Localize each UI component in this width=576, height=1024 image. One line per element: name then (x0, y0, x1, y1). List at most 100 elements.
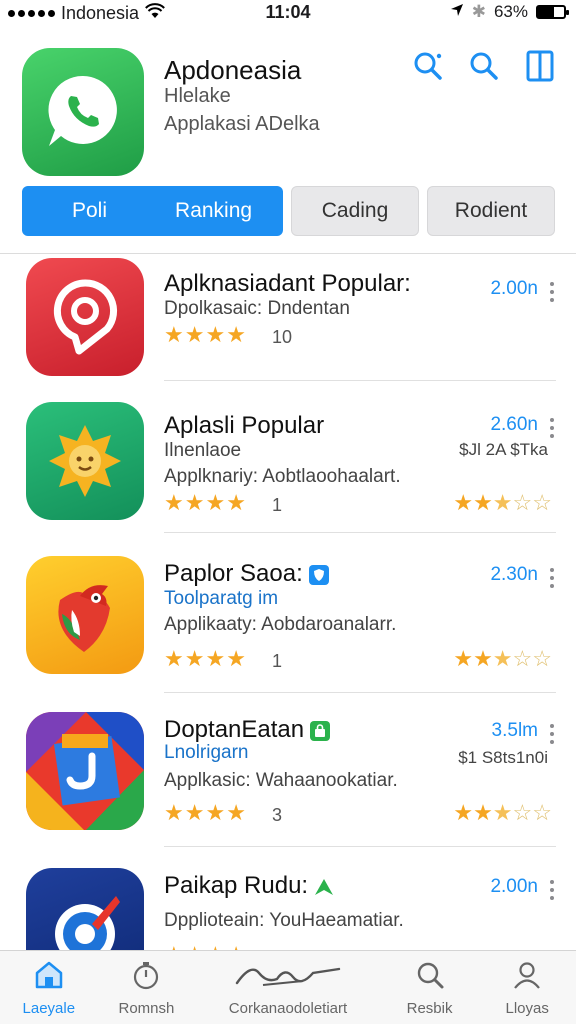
star-icon: ★ (453, 800, 474, 825)
star-icon: ★ (184, 490, 205, 515)
green-bag-icon (310, 720, 331, 741)
rating-stars: ★★★★ (164, 324, 246, 346)
more-options-icon[interactable] (550, 568, 556, 588)
parrot-icon (26, 556, 144, 674)
app-subtitle: Dpplioteain: YouHaeamatiar. (164, 910, 404, 931)
app-description: Applikaaty: Aobdaroanalarr. (164, 614, 397, 635)
tab-poli-ranking[interactable]: Poli Ranking (22, 186, 283, 236)
star-icon: ★ (453, 490, 474, 515)
rating-stars: ★★★★ (164, 492, 246, 514)
compass-icon (26, 868, 144, 950)
more-options-icon[interactable] (550, 418, 556, 438)
app-size: 2.30n (490, 564, 538, 585)
app-price: $1 S8ts1n0i (458, 748, 548, 767)
star-icon: ★ (473, 646, 493, 671)
app-size: 2.60n (490, 414, 538, 435)
tab-label-ranking: Ranking (175, 199, 253, 222)
app-subtitle: Dpolkasaic: Dndentan (164, 298, 350, 319)
location-arrow-icon (450, 2, 464, 22)
rating-count: 1 (272, 651, 283, 671)
star-icon: ★ (205, 800, 226, 825)
stopwatch-icon (130, 959, 162, 996)
tabbar-item-signature[interactable]: Corkanaodoletiart (195, 951, 380, 1024)
carrier-name: Indonesia (61, 2, 140, 23)
star-icon: ★ (205, 322, 226, 347)
app-size: 2.00n (490, 278, 538, 299)
star-icon: ★ (184, 322, 205, 347)
status-bar: Indonesia 11:04 ✱ 63% (0, 0, 576, 26)
whatsapp-app-icon[interactable] (22, 48, 144, 176)
list-item[interactable]: DoptanEatan Lnolrigarn Applkasic: Wahaan… (0, 710, 576, 860)
rating-count: 3 (272, 805, 283, 825)
star-icon: ★ (226, 800, 246, 825)
header-title: Apdoneasia (164, 55, 302, 85)
red-pin-icon (26, 258, 144, 376)
battery-percent: 63% (493, 2, 528, 21)
app-description: Applknariy: Aobtlaoohaalart. (164, 466, 401, 487)
tabbar-label: Corkanaodoletiart (228, 1000, 348, 1017)
row-divider (164, 380, 556, 381)
app-title: Aplasli Popular (164, 412, 325, 439)
app-size: 3.5lm (491, 720, 538, 741)
rating-count: 1 (272, 495, 283, 515)
user-icon (511, 959, 543, 996)
sidebar-icon[interactable] (522, 48, 558, 84)
editor-rating-stars: ★ ★ ★ ☆ ☆ (453, 648, 552, 670)
star-icon: ★ (205, 490, 226, 515)
app-list: Aplknasiadant Popular: Dpolkasaic: Dnden… (0, 254, 576, 950)
star-icon: ★ (164, 322, 184, 347)
more-options-icon[interactable] (550, 282, 556, 302)
wifi-icon (145, 2, 165, 24)
half-star-icon: ★ (492, 490, 513, 515)
star-icon: ★ (184, 646, 205, 671)
tabbar-label: Lloyas (505, 1000, 549, 1017)
empty-star-icon: ☆ (512, 800, 533, 825)
star-icon: ★ (164, 490, 184, 515)
app-subtitle: Ilnenlaoe (164, 440, 242, 461)
list-item[interactable]: Paplor Saoa: Toolparatg im Applikaaty: A… (0, 554, 576, 704)
green-arrow-icon (314, 877, 334, 897)
star-icon: ★ (164, 646, 184, 671)
home-icon (33, 959, 65, 996)
search-sparkle-icon[interactable] (410, 48, 446, 84)
empty-star-icon: ☆ (532, 490, 552, 515)
search-icon (414, 959, 446, 996)
app-title-text: Paikap Rudu: (164, 872, 309, 899)
star-icon: ★ (226, 646, 246, 671)
segmented-tabs: Poli Ranking Cading Rodient (22, 186, 558, 236)
star-icon: ★ (164, 800, 184, 825)
list-item[interactable]: Paikap Rudu: Dpplioteain: YouHaeamatiar.… (0, 866, 576, 950)
star-icon: ★ (205, 646, 226, 671)
sun-face-icon (26, 402, 144, 520)
header-subtitle: Hlelake (164, 85, 231, 107)
editor-rating-stars: ★ ★ ★ ☆ ☆ (453, 492, 552, 514)
app-title: Paplor Saoa: (164, 560, 329, 588)
tabbar-item-romnsh[interactable]: Romnsh (98, 951, 196, 1024)
empty-star-icon: ☆ (532, 800, 552, 825)
empty-star-icon: ☆ (512, 646, 533, 671)
rating-stars: ★★★★ (164, 802, 246, 824)
tab-cading[interactable]: Cading (291, 186, 419, 236)
tabbar-item-profile[interactable]: Lloyas (478, 951, 576, 1024)
bottom-tab-bar: Laeyale Romnsh Corkanaodoletiart Resbik … (0, 950, 576, 1024)
more-options-icon[interactable] (550, 724, 556, 744)
list-item[interactable]: Aplknasiadant Popular: Dpolkasaic: Dnden… (0, 254, 576, 404)
star-icon: ★ (184, 800, 205, 825)
rating-stars: ★★★★ (164, 648, 246, 670)
star-icon: ★ (453, 646, 474, 671)
list-item[interactable]: Aplasli Popular Ilnenlaoe Applknariy: Ao… (0, 400, 576, 550)
star-icon: ★ (473, 490, 493, 515)
app-description: Applkasic: Wahaanookatiar. (164, 770, 398, 791)
app-title-text: Paplor Saoa: (164, 560, 303, 587)
star-icon: ★ (226, 322, 246, 347)
signal-strength-icon (8, 9, 55, 17)
header-description: Applakasi ADelka (164, 113, 320, 135)
rating-count: 10 (272, 327, 293, 347)
more-options-icon[interactable] (550, 880, 556, 900)
tabbar-item-search[interactable]: Resbik (381, 951, 479, 1024)
row-divider (164, 532, 556, 533)
star-icon: ★ (473, 800, 493, 825)
search-icon[interactable] (466, 48, 502, 84)
tab-rodient[interactable]: Rodient (427, 186, 555, 236)
tabbar-item-home[interactable]: Laeyale (0, 951, 98, 1024)
